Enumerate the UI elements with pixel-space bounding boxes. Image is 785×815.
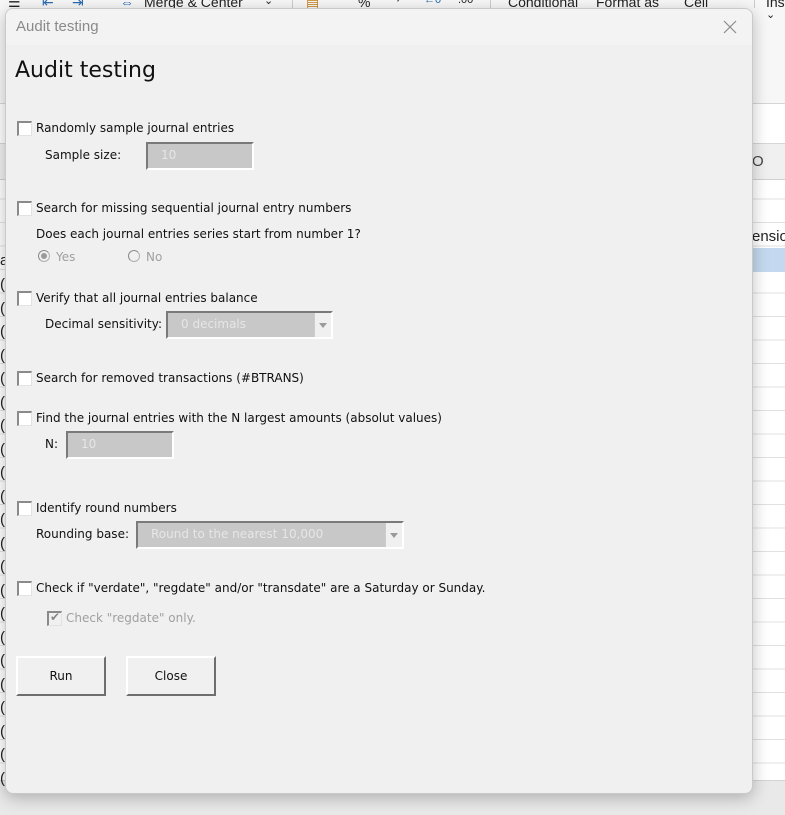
window-title: Audit testing <box>16 18 99 35</box>
no-radio[interactable] <box>128 250 140 262</box>
n-label: N: <box>45 437 59 451</box>
audit-testing-dialog: Audit testing Audit testing Randomly sam… <box>5 8 753 794</box>
weekend-check-checkbox[interactable] <box>17 581 32 596</box>
increase-decimal-icon: ←0 <box>424 0 442 6</box>
yes-radio-label: Yes <box>56 250 76 264</box>
decimal-sensitivity-select[interactable]: 0 decimals <box>166 311 333 339</box>
yes-radio[interactable] <box>38 250 50 262</box>
run-button[interactable]: Run <box>16 656 106 696</box>
close-icon <box>723 20 737 34</box>
regdate-only-checkbox[interactable]: ✔ <box>47 610 62 626</box>
decimal-sensitivity-label: Decimal sensitivity: <box>45 317 163 331</box>
weekend-check-label: Check if "verdate", "regdate" and/or "tr… <box>36 581 486 595</box>
cell-text: ensio <box>752 228 785 245</box>
no-radio-label: No <box>146 250 163 264</box>
checkmark-icon: ✔ <box>50 610 61 624</box>
chevron-down-icon: ⌄ <box>264 0 274 7</box>
largest-amounts-checkbox[interactable] <box>17 411 32 426</box>
decimal-sensitivity-value: 0 decimals <box>181 317 247 331</box>
column-header[interactable]: O <box>752 153 764 170</box>
rounding-base-select[interactable]: Round to the nearest 10,000 <box>136 521 404 549</box>
close-button[interactable]: Close <box>126 656 216 696</box>
close-window-button[interactable] <box>716 13 744 41</box>
sample-size-input[interactable]: 10 <box>146 142 254 170</box>
missing-sequential-checkbox[interactable] <box>17 201 32 216</box>
verify-balance-checkbox[interactable] <box>17 291 32 306</box>
round-numbers-label: Identify round numbers <box>36 501 177 515</box>
series-start-question: Does each journal entries series start f… <box>36 227 361 241</box>
chevron-down-icon <box>319 322 327 328</box>
removed-transactions-label: Search for removed transactions (#BTRANS… <box>36 371 304 385</box>
dialog-heading: Audit testing <box>15 58 156 83</box>
title-bar[interactable]: Audit testing <box>6 9 752 45</box>
random-sample-checkbox[interactable] <box>17 121 32 136</box>
sample-size-label: Sample size: <box>45 148 122 162</box>
rounding-base-label: Rounding base: <box>36 527 129 541</box>
verify-balance-label: Verify that all journal entries balance <box>36 291 258 305</box>
chevron-down-icon <box>390 532 398 538</box>
n-input[interactable]: 10 <box>66 431 174 459</box>
largest-amounts-label: Find the journal entries with the N larg… <box>36 411 442 425</box>
decrease-decimal-icon: .00 <box>458 0 474 6</box>
missing-sequential-label: Search for missing sequential journal en… <box>36 201 352 215</box>
removed-transactions-checkbox[interactable] <box>17 371 32 386</box>
chevron-down-icon: ⌄ <box>766 9 776 21</box>
round-numbers-checkbox[interactable] <box>17 501 32 516</box>
random-sample-label: Randomly sample journal entries <box>36 121 235 135</box>
regdate-only-label: Check "regdate" only. <box>66 611 196 625</box>
dropdown-arrow[interactable] <box>314 313 331 337</box>
dropdown-arrow[interactable] <box>385 523 402 547</box>
dialog-content: Audit testing Randomly sample journal en… <box>6 45 752 793</box>
rounding-base-value: Round to the nearest 10,000 <box>151 527 324 541</box>
